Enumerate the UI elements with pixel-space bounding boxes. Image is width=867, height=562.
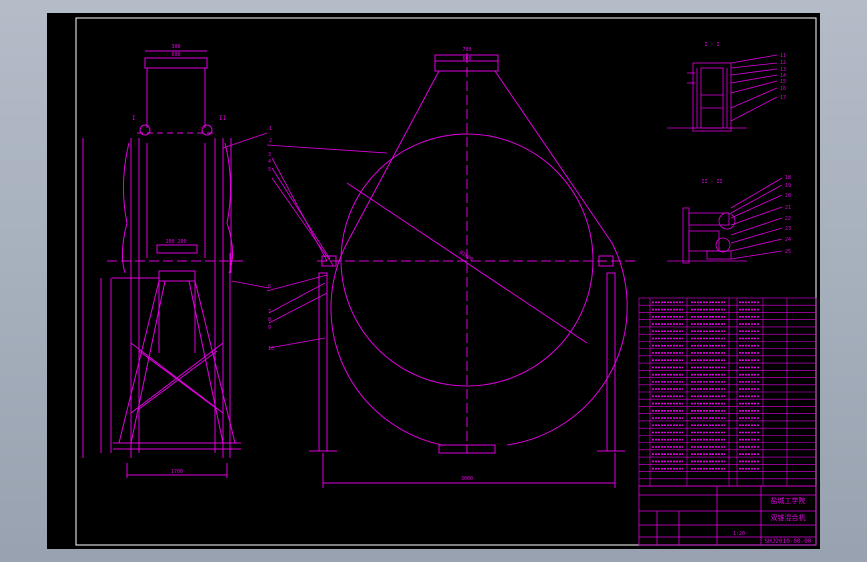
detail-i-i-labels: I - I 11 12 13 14 15 16 17 (704, 42, 786, 101)
callout-15: 15 (780, 79, 786, 85)
section-mark-left: I (132, 115, 136, 122)
side-top-inner-text: 600 (171, 52, 180, 58)
front-view (309, 53, 637, 488)
callout-2: 2 (269, 138, 272, 144)
callout-16: 16 (780, 86, 786, 92)
callout-9: 9 (268, 325, 271, 331)
callout-21: 21 (785, 205, 791, 211)
callout-3: 3 (268, 152, 271, 158)
drawing-scale: 1:20 (733, 531, 745, 537)
title-block-text: 盐城工学院 双锥混合机 SHJ2010-00-00 1:20 (733, 496, 812, 545)
parts-list (638, 297, 817, 487)
drawing-number: SHJ2010-00-00 (765, 538, 812, 545)
callout-24: 24 (785, 237, 791, 243)
callout-7: 7 (268, 309, 271, 315)
callout-18: 18 (785, 175, 791, 181)
callout-23: 23 (785, 226, 791, 232)
front-top-width-text: 700 (462, 47, 471, 53)
school-name: 盐城工学院 (771, 496, 806, 505)
side-mid-width-text: 200 200 (165, 239, 186, 245)
callout-5: 5 (268, 167, 271, 173)
side-base-width-text: 1700 (171, 469, 183, 475)
callout-22: 22 (785, 216, 791, 222)
callout-19: 19 (785, 183, 791, 189)
callout-20: 20 (785, 193, 791, 199)
callout-8: 8 (268, 317, 271, 323)
drawing-name: 双锥混合机 (771, 513, 806, 522)
front-view-labels: 700 600 Ø2800 3000 (458, 47, 474, 482)
callout-4: 4 (268, 159, 271, 165)
callout-17: 17 (780, 95, 786, 101)
side-view-labels: 300 600 I II 200 200 1700 (132, 44, 227, 475)
callout-6: 6 (268, 284, 271, 290)
callout-1: 1 (269, 126, 272, 132)
drawing-canvas: 300 600 I II 200 200 1700 700 600 Ø2800 … (47, 13, 820, 549)
detail-i-i (667, 54, 778, 132)
section-title-i: I - I (704, 42, 719, 48)
engineering-drawing: 300 600 I II 200 200 1700 700 600 Ø2800 … (75, 17, 817, 546)
front-base-width-text: 3000 (461, 476, 473, 482)
callout-25: 25 (785, 249, 791, 255)
section-mark-right: II (219, 115, 227, 122)
section-title-ii: II - II (701, 179, 722, 185)
callout-11: 11 (780, 53, 786, 59)
detail-ii-ii (667, 177, 783, 264)
front-top-inner-text: 600 (462, 56, 471, 62)
callout-leaders (222, 132, 388, 349)
callout-10: 10 (268, 346, 274, 352)
callout-12: 12 (780, 60, 786, 66)
side-top-width-text: 300 (171, 44, 180, 50)
